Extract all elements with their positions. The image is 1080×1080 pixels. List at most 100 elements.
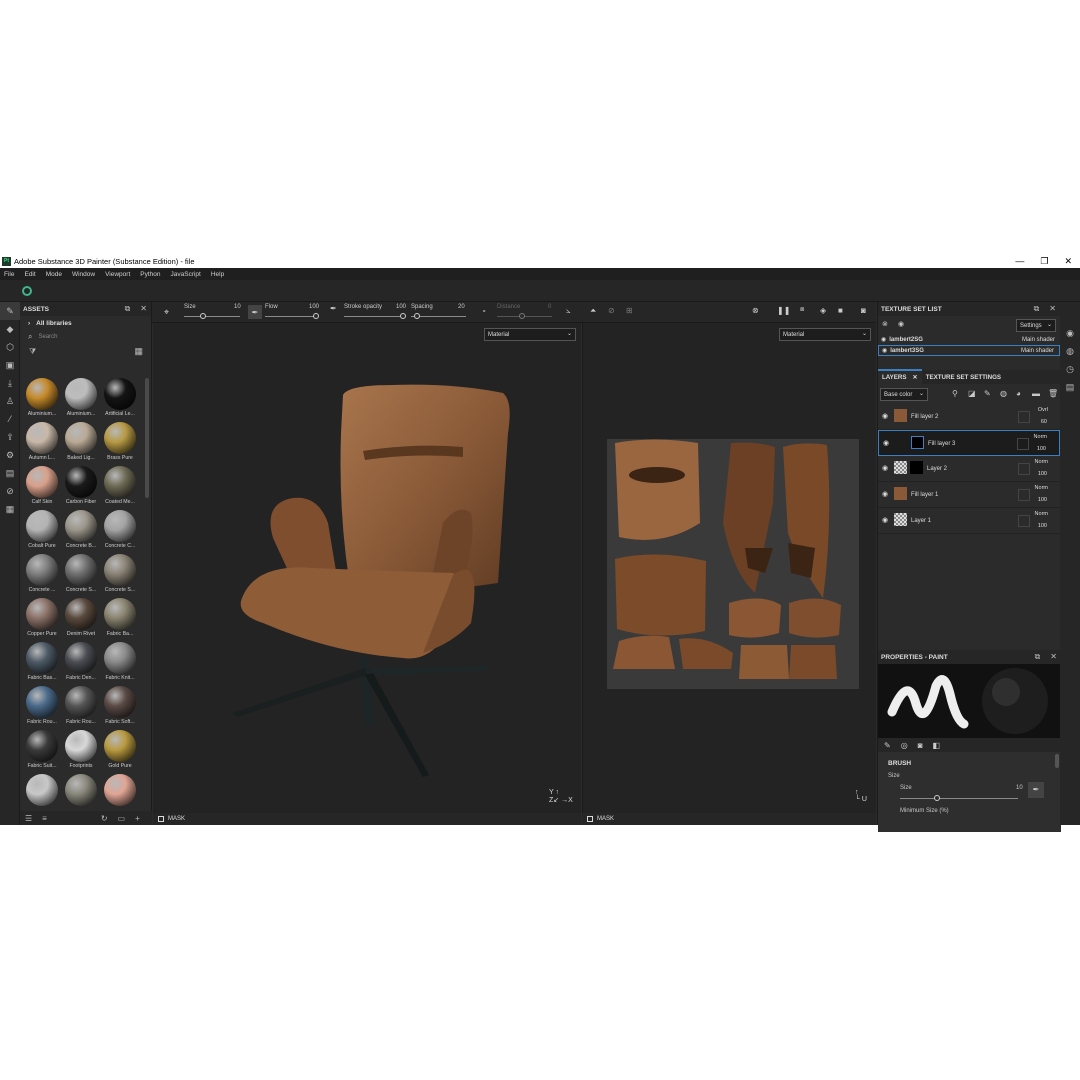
blend-mode[interactable]: Norm [1035, 459, 1048, 465]
settings-dropdown[interactable]: Settings ⌄ [1016, 319, 1056, 332]
add-effect-icon[interactable]: ⚲ [952, 389, 958, 398]
camera-icon[interactable]: ■ [838, 306, 843, 315]
asset-tile[interactable] [23, 774, 61, 816]
layer-row[interactable]: ◉ Layer 1 Norm 100 [878, 508, 1060, 534]
smudge-icon[interactable]: ⤓ [0, 374, 20, 392]
blend-mode[interactable]: Norm [1035, 485, 1048, 491]
library-selector[interactable]: › All libraries [20, 316, 151, 330]
pause-icon[interactable]: ❚❚ [777, 306, 790, 315]
delete-icon[interactable]: 🗑 [1048, 389, 1058, 398]
layer-row[interactable]: ◉ Fill layer 1 Norm 100 [878, 482, 1060, 508]
assets-search[interactable]: ⌕ Search [20, 330, 151, 344]
asset-tile[interactable]: Cobalt Pure [23, 510, 61, 552]
layer-mask-slot[interactable] [1018, 489, 1030, 501]
paint-brush-icon[interactable]: ✎ [0, 302, 20, 320]
log-icon[interactable]: ▤ [1060, 378, 1080, 396]
asset-tile[interactable]: Aluminium... [62, 378, 100, 420]
history-icon[interactable]: ◷ [1060, 360, 1080, 378]
tab-layers[interactable]: LAYERS ✕ [878, 369, 922, 384]
asset-tile[interactable]: Carbon Fiber [62, 466, 100, 508]
asset-tile[interactable]: Concrete ... [23, 554, 61, 596]
asset-tile[interactable]: Coated Me... [101, 466, 139, 508]
add-mask-icon[interactable]: ◪ [968, 389, 976, 398]
size-slider[interactable] [184, 313, 240, 319]
layer-opacity[interactable]: 60 [1041, 419, 1047, 425]
symmetry-icon[interactable]: ⏶ [590, 306, 596, 316]
shader-name[interactable]: Main shader [1022, 337, 1055, 343]
projection-icon[interactable]: ⬡ [0, 338, 20, 356]
asset-tile[interactable]: Fabric Rou... [62, 686, 100, 728]
close-icon[interactable]: ✕ [1049, 304, 1056, 314]
mask-checkbox[interactable] [587, 816, 593, 822]
asset-tile[interactable]: Fabric Soft... [101, 686, 139, 728]
stroke-curve-icon[interactable]: ⦣ [566, 306, 571, 316]
flow-slider[interactable] [265, 313, 319, 319]
menu-window[interactable]: Window [72, 271, 95, 278]
asset-tile[interactable]: Baked Lig... [62, 422, 100, 464]
asset-tile[interactable]: Fabric Ba... [101, 598, 139, 640]
layer-mask-slot[interactable] [1018, 463, 1030, 475]
display-settings-icon[interactable]: ◉ [1060, 324, 1080, 342]
spacing-value[interactable]: 20 [458, 304, 465, 310]
stroke-opacity-value[interactable]: 100 [396, 304, 406, 310]
menu-help[interactable]: Help [211, 271, 224, 278]
add-fill-layer-icon[interactable]: ◍ [1000, 389, 1007, 398]
asset-tile[interactable]: Concrete S... [62, 554, 100, 596]
lasso-icon[interactable]: ⌖ [164, 307, 169, 318]
filter-icon[interactable]: ⧩ [29, 347, 36, 357]
channel-dropdown[interactable]: Base color ⌄ [880, 388, 928, 401]
search-input[interactable]: Search [38, 334, 57, 340]
asset-tile[interactable]: Gold Pure [101, 730, 139, 772]
material-tab-icon[interactable]: ◧ [933, 741, 941, 750]
blend-mode[interactable]: Norm [1034, 434, 1047, 440]
menu-edit[interactable]: Edit [24, 271, 35, 278]
asset-tile[interactable]: Fabric Rou... [23, 686, 61, 728]
restore-button[interactable]: ❐ [1040, 254, 1048, 268]
close-icon[interactable]: ✕ [1050, 652, 1057, 662]
eye-icon[interactable]: ◉ [881, 336, 886, 343]
asset-tile[interactable]: Denim Rivet [62, 598, 100, 640]
mask-bar-2d[interactable]: MASK [582, 813, 876, 825]
layer-opacity[interactable]: 100 [1038, 497, 1047, 503]
layer-mask-slot[interactable] [1018, 515, 1030, 527]
asset-tile[interactable]: Concrete B... [62, 510, 100, 552]
asset-tile[interactable]: Calf Skin [23, 466, 61, 508]
minimize-button[interactable]: — [1015, 254, 1024, 268]
layer-mask-slot[interactable] [1017, 438, 1029, 450]
polygon-fill-icon[interactable]: ▣ [0, 356, 20, 374]
menu-python[interactable]: Python [140, 271, 160, 278]
display-mode-icon[interactable]: ⧈ [800, 306, 804, 314]
texture-set-row[interactable]: ◉ lambert2SG Main shader [878, 334, 1060, 345]
size-value[interactable]: 10 [234, 304, 241, 310]
symmetry-axis-icon[interactable]: ⊘ [608, 306, 615, 315]
asset-tile[interactable]: Brass Pure [101, 422, 139, 464]
refresh-icon[interactable]: ↻ [101, 814, 108, 823]
close-icon[interactable]: ✕ [913, 374, 918, 381]
viewport-3d[interactable]: Material ⌄ Y ↑ Z↙ →X [153, 323, 581, 813]
add-paint-layer-icon[interactable]: ✎ [984, 389, 991, 398]
mask-checkbox[interactable] [158, 816, 164, 822]
layer-opacity[interactable]: 100 [1038, 523, 1047, 529]
add-icon[interactable]: + [135, 814, 140, 823]
texture-set-row[interactable]: ◉ lambert3SG Main shader [878, 345, 1060, 356]
eye-icon[interactable]: ◉ [882, 516, 888, 524]
asset-tile[interactable] [62, 774, 100, 816]
spacing-slider[interactable] [411, 313, 466, 319]
pen-pressure-icon[interactable]: ✒ [1028, 782, 1044, 798]
size-slider[interactable] [900, 795, 1018, 801]
float-icon[interactable]: ⧉ [1035, 652, 1041, 662]
asset-tile[interactable]: Fabric Bas... [23, 642, 61, 684]
opacity-pen-icon[interactable]: ✒ [330, 304, 337, 313]
layer-row[interactable]: ◉ Fill layer 3 Norm 100 [878, 430, 1060, 456]
stroke-opacity-slider[interactable] [344, 313, 406, 319]
pen-pressure-icon[interactable]: ✒ [248, 305, 262, 319]
size-value[interactable]: 10 [1016, 785, 1023, 791]
layer-row[interactable]: ◉ Layer 2 Norm 100 [878, 456, 1060, 482]
blend-mode[interactable]: Norm [1035, 511, 1048, 517]
bake-icon[interactable]: ▤ [0, 464, 20, 482]
asset-tile[interactable]: Concrete C... [101, 510, 139, 552]
layer-mask-slot[interactable] [1018, 411, 1030, 423]
picker-icon[interactable]: ⁄ [0, 410, 20, 428]
grid-view-icon[interactable]: ▦ [134, 346, 143, 357]
asset-tile[interactable] [101, 774, 139, 816]
